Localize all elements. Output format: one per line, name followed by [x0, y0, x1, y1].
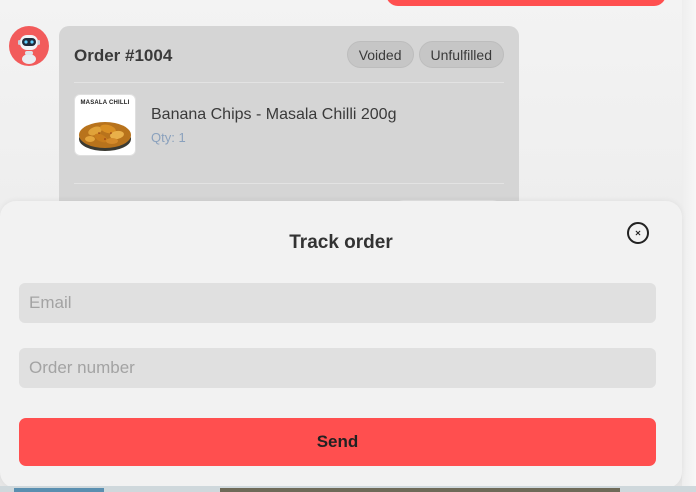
sheet-title: Track order	[289, 232, 393, 253]
track-order-sheet: Track order Send	[0, 201, 682, 488]
card-divider	[74, 82, 504, 83]
previous-message-bubble	[386, 0, 666, 6]
order-title: Order #1004	[74, 46, 173, 65]
bot-avatar	[9, 26, 49, 66]
banana-chips-icon	[79, 122, 131, 151]
robot-icon	[18, 35, 40, 64]
email-field[interactable]	[19, 283, 656, 323]
status-badge-unfulfilled: Unfulfilled	[418, 41, 504, 68]
product-thumbnail: MASALA CHILLI	[74, 94, 136, 156]
close-icon	[635, 230, 641, 236]
close-button[interactable]	[627, 222, 649, 244]
product-name: Banana Chips - Masala Chilli 200g	[151, 106, 397, 123]
send-button[interactable]: Send	[19, 418, 656, 466]
card-divider	[74, 183, 504, 184]
scrollbar[interactable]	[682, 0, 696, 492]
product-quantity: Qty: 1	[151, 130, 186, 145]
order-number-field[interactable]	[19, 348, 656, 388]
order-status-badges: Voided Unfulfilled	[346, 41, 504, 68]
status-badge-voided: Voided	[346, 41, 414, 68]
background-peek	[0, 486, 696, 492]
